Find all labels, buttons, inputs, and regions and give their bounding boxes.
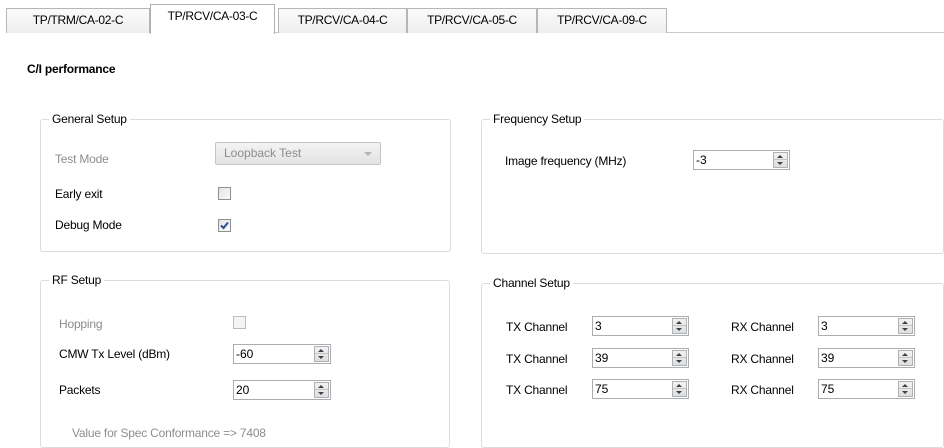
tab-tp-trm-ca-02-c[interactable]: TP/TRM/CA-02-C bbox=[6, 8, 150, 33]
rx-channel-stepper[interactable]: 3 bbox=[818, 316, 915, 336]
stepper-buttons bbox=[773, 152, 788, 168]
rx-channel-label: RX Channel bbox=[731, 352, 794, 366]
stepper-buttons bbox=[898, 318, 913, 334]
spin-up-icon[interactable] bbox=[673, 351, 686, 358]
spin-up-icon[interactable] bbox=[774, 153, 787, 160]
stepper-buttons bbox=[898, 381, 913, 397]
rf-setup-title: RF Setup bbox=[49, 272, 105, 288]
tx-channel-stepper[interactable]: 3 bbox=[592, 316, 689, 336]
spin-down-icon[interactable] bbox=[774, 160, 787, 167]
spin-down-icon[interactable] bbox=[315, 390, 328, 397]
image-frequency-value: -3 bbox=[696, 153, 707, 167]
rx-channel-label: RX Channel bbox=[731, 320, 794, 334]
test-mode-value: Loopback Test bbox=[224, 146, 302, 160]
tab-tp-rcv-ca-03-c[interactable]: TP/RCV/CA-03-C bbox=[150, 4, 275, 34]
tx-channel-value: 39 bbox=[595, 351, 609, 365]
stepper-buttons bbox=[314, 346, 329, 362]
general-setup-group: General Setup Test Mode Loopback Test Ea… bbox=[40, 111, 451, 252]
cmw-tx-level-label: CMW Tx Level (dBm) bbox=[59, 347, 170, 361]
rx-channel-stepper[interactable]: 39 bbox=[818, 348, 915, 368]
hopping-label: Hopping bbox=[59, 317, 103, 331]
rf-setup-group: RF Setup Hopping CMW Tx Level (dBm) -60 … bbox=[40, 272, 450, 448]
tab-tp-rcv-ca-09-c[interactable]: TP/RCV/CA-09-C bbox=[537, 8, 667, 33]
spin-down-icon[interactable] bbox=[673, 389, 686, 396]
rx-channel-stepper[interactable]: 75 bbox=[818, 379, 915, 399]
rx-channel-label: RX Channel bbox=[731, 383, 794, 397]
spin-up-icon[interactable] bbox=[899, 351, 912, 358]
stepper-buttons bbox=[898, 350, 913, 366]
spin-down-icon[interactable] bbox=[673, 358, 686, 365]
image-frequency-label: Image frequency (MHz) bbox=[505, 154, 627, 168]
cmw-tx-level-stepper[interactable]: -60 bbox=[233, 344, 331, 364]
channel-setup-group: Channel Setup TX Channel 3 RX Channel 3 … bbox=[481, 275, 944, 448]
spin-up-icon[interactable] bbox=[673, 382, 686, 389]
spin-down-icon[interactable] bbox=[673, 326, 686, 333]
frequency-setup-title: Frequency Setup bbox=[490, 111, 585, 127]
general-setup-title: General Setup bbox=[49, 111, 130, 127]
checkmark-icon bbox=[220, 221, 229, 230]
spin-up-icon[interactable] bbox=[315, 383, 328, 390]
packets-stepper[interactable]: 20 bbox=[233, 380, 331, 400]
stepper-buttons bbox=[672, 350, 687, 366]
hopping-checkbox[interactable] bbox=[233, 316, 246, 329]
tx-channel-label: TX Channel bbox=[506, 320, 568, 334]
tx-channel-stepper[interactable]: 75 bbox=[592, 379, 689, 399]
tab-strip: TP/TRM/CA-02-C TP/RCV/CA-03-C TP/RCV/CA-… bbox=[0, 0, 944, 34]
tx-channel-label: TX Channel bbox=[506, 383, 568, 397]
rx-channel-value: 75 bbox=[821, 382, 835, 396]
debug-mode-checkbox[interactable] bbox=[218, 219, 231, 232]
spin-down-icon[interactable] bbox=[899, 358, 912, 365]
chevron-down-icon bbox=[364, 152, 372, 156]
tab-tp-rcv-ca-04-c[interactable]: TP/RCV/CA-04-C bbox=[278, 8, 407, 33]
packets-label: Packets bbox=[59, 383, 101, 397]
spin-up-icon[interactable] bbox=[673, 319, 686, 326]
tx-channel-value: 75 bbox=[595, 382, 609, 396]
test-mode-label: Test Mode bbox=[55, 152, 109, 166]
frequency-setup-group: Frequency Setup Image frequency (MHz) -3 bbox=[481, 111, 944, 254]
image-frequency-stepper[interactable]: -3 bbox=[693, 150, 790, 170]
early-exit-label: Early exit bbox=[55, 187, 103, 201]
spin-up-icon[interactable] bbox=[899, 382, 912, 389]
tx-channel-value: 3 bbox=[595, 319, 602, 333]
tab-tp-rcv-ca-05-c[interactable]: TP/RCV/CA-05-C bbox=[407, 8, 537, 33]
spec-conformance-text: Value for Spec Conformance => 7408 bbox=[72, 426, 266, 440]
page-title: C/I performance bbox=[27, 62, 116, 76]
tx-channel-stepper[interactable]: 39 bbox=[592, 348, 689, 368]
spin-down-icon[interactable] bbox=[899, 389, 912, 396]
spin-down-icon[interactable] bbox=[899, 326, 912, 333]
spin-up-icon[interactable] bbox=[899, 319, 912, 326]
debug-mode-label: Debug Mode bbox=[55, 218, 122, 232]
cmw-tx-level-value: -60 bbox=[236, 347, 254, 361]
spin-up-icon[interactable] bbox=[315, 347, 328, 354]
channel-setup-title: Channel Setup bbox=[490, 275, 573, 291]
tx-channel-label: TX Channel bbox=[506, 352, 568, 366]
stepper-buttons bbox=[672, 381, 687, 397]
rx-channel-value: 39 bbox=[821, 351, 835, 365]
packets-value: 20 bbox=[236, 383, 250, 397]
rx-channel-value: 3 bbox=[821, 319, 828, 333]
early-exit-checkbox[interactable] bbox=[218, 187, 231, 200]
test-mode-dropdown[interactable]: Loopback Test bbox=[215, 142, 381, 165]
stepper-buttons bbox=[672, 318, 687, 334]
stepper-buttons bbox=[314, 382, 329, 398]
spin-down-icon[interactable] bbox=[315, 354, 328, 361]
